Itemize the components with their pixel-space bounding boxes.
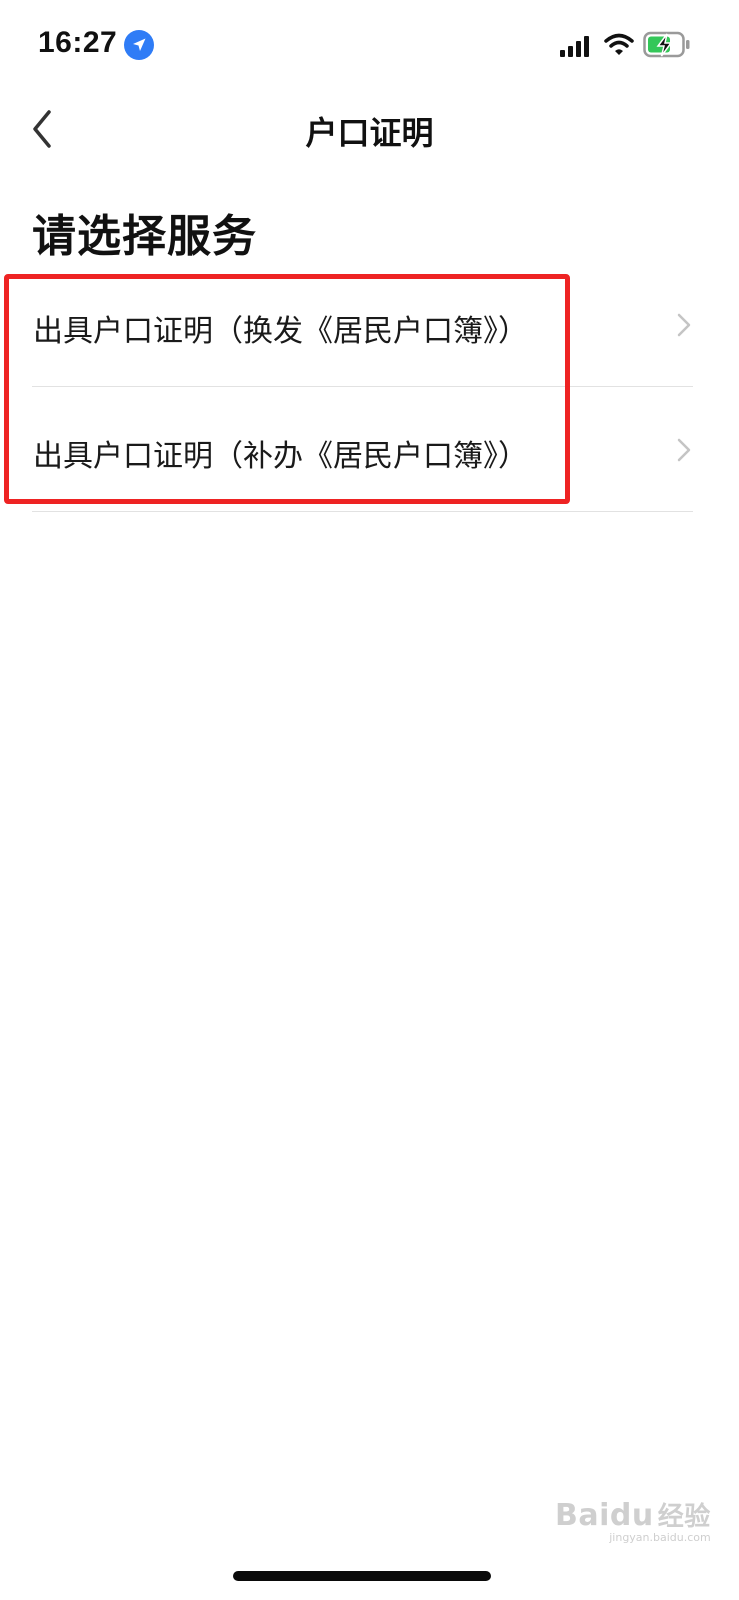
service-item-label: 出具户口证明（补办《居民户口簿》） <box>33 439 528 474</box>
cellular-signal-icon <box>560 35 592 61</box>
page-title: 户口证明 <box>305 114 434 152</box>
location-arrow-icon <box>124 30 154 60</box>
chevron-right-icon <box>676 437 692 467</box>
page: 16:27 户口证明 请选择服务 出具户口证明（换发《居民户口簿》） 出具户口证… <box>0 0 739 1600</box>
service-item-renew[interactable]: 出具户口证明（换发《居民户口簿》） <box>0 262 739 387</box>
status-time: 16:27 <box>38 26 118 59</box>
battery-charging-icon <box>643 31 691 63</box>
divider <box>32 511 693 512</box>
home-indicator[interactable] <box>233 1571 491 1581</box>
wifi-icon <box>604 33 634 61</box>
watermark-brand-text: Baidu <box>555 1498 654 1533</box>
service-item-label: 出具户口证明（换发《居民户口簿》） <box>33 314 528 349</box>
service-list: 出具户口证明（换发《居民户口簿》） 出具户口证明（补办《居民户口簿》） <box>0 262 739 512</box>
nav-bar: 户口证明 <box>0 90 739 170</box>
chevron-right-icon <box>676 312 692 342</box>
status-bar: 16:27 <box>0 0 739 90</box>
section-title: 请选择服务 <box>32 211 257 262</box>
watermark-brand: Baidu 经验 <box>555 1496 711 1533</box>
watermark-brand-cn: 经验 <box>657 1502 711 1532</box>
watermark: Baidu 经验 jingyan.baidu.com <box>555 1496 711 1544</box>
service-item-reissue[interactable]: 出具户口证明（补办《居民户口簿》） <box>0 387 739 512</box>
